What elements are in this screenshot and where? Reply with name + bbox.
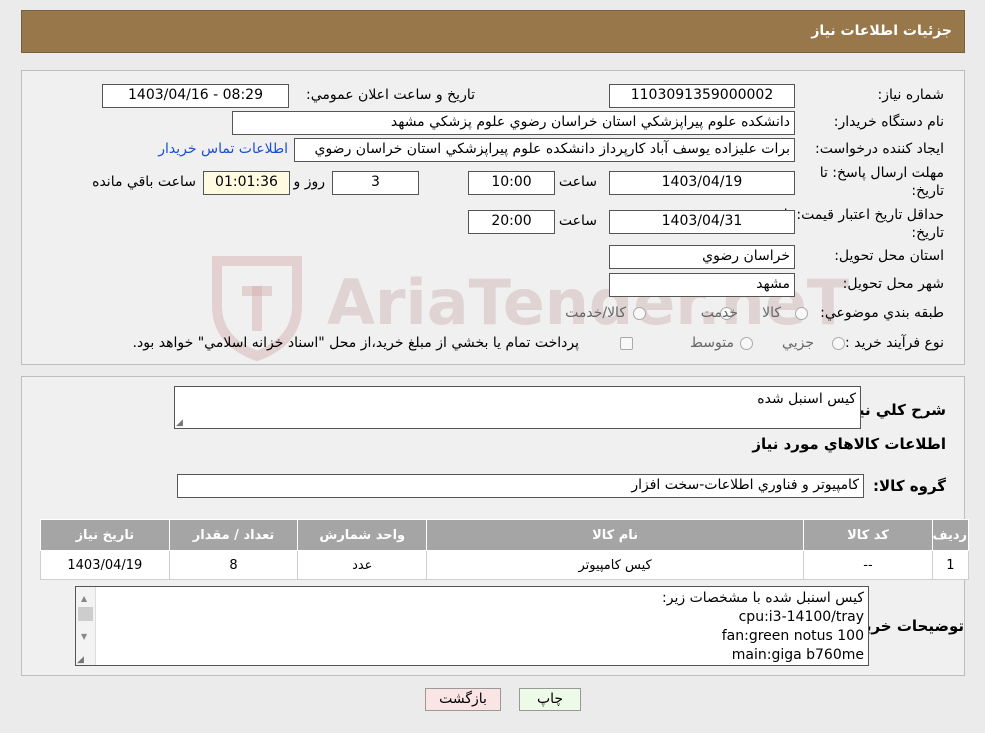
category-goods-service-radio[interactable]	[633, 307, 646, 320]
buyer-notes-line: کيس اسنبل شده با مشخصات زير:	[662, 590, 864, 606]
deadline-date-field[interactable]: 1403/04/19	[609, 171, 795, 195]
days-word: روز و	[293, 174, 326, 190]
price-validity-date-field[interactable]: 1403/04/31	[609, 210, 795, 234]
process-medium-label: متوسط	[690, 335, 734, 351]
col-header-unit: واحد شمارش	[297, 519, 428, 551]
cell-quantity: 8	[168, 550, 299, 580]
buyer-notes-scrollbar[interactable]: ▲ ▼ ◢	[76, 587, 96, 665]
subject-category-label: طبقه بندي موضوعي:	[820, 305, 944, 321]
cell-goods-code: --	[803, 550, 933, 580]
scroll-up-icon[interactable]: ▲	[81, 589, 87, 609]
col-header-goods-code: کد کالا	[803, 519, 933, 551]
category-service-label: خدمت	[700, 305, 738, 321]
deadline-time-field[interactable]: 10:00	[468, 171, 555, 195]
need-number-label: شماره نياز:	[877, 87, 945, 103]
announce-datetime-field[interactable]: 1403/04/16 - 08:29	[102, 84, 289, 108]
col-header-need-date: تاريخ نياز	[40, 519, 170, 551]
col-header-quantity: تعداد / مقدار	[168, 519, 299, 551]
validity-time-word: ساعت	[558, 213, 597, 229]
process-medium-radio[interactable]	[740, 337, 753, 350]
general-description-field[interactable]: کيس اسنبل شده	[174, 386, 861, 429]
category-goods-label: کالا	[762, 305, 781, 321]
treasury-docs-checkbox[interactable]	[620, 337, 633, 350]
remaining-time-word: ساعت باقي مانده	[92, 174, 196, 190]
request-creator-label: ايجاد کننده درخواست:	[815, 141, 944, 157]
delivery-province-label: استان محل تحويل:	[834, 248, 944, 264]
buyer-org-label: نام دستگاه خريدار:	[833, 114, 944, 130]
cell-need-date: 1403/04/19	[40, 550, 170, 580]
buyer-notes-line: fan:green notus 100	[721, 628, 864, 644]
payment-note: پرداخت تمام يا بخشي از مبلغ خريد،از محل …	[132, 335, 579, 351]
announce-datetime-label: تاريخ و ساعت اعلان عمومي:	[306, 87, 475, 103]
goods-table: رديف کد کالا نام کالا واحد شمارش تعداد /…	[40, 519, 970, 580]
scroll-down-icon[interactable]: ▼	[81, 627, 87, 647]
cell-unit: عدد	[297, 550, 428, 580]
col-header-row-number: رديف	[931, 519, 970, 551]
buyer-notes-text: کيس اسنبل شده با مشخصات زير: cpu:i3-1410…	[662, 589, 864, 665]
cell-row-number: 1	[931, 550, 970, 580]
delivery-province-field[interactable]: خراسان رضوي	[609, 245, 795, 269]
delivery-city-label: شهر محل تحويل:	[842, 276, 944, 292]
buyer-notes-field[interactable]: ▲ ▼ ◢ کيس اسنبل شده با مشخصات زير: cpu:i…	[75, 586, 869, 666]
notes-resize-grip-icon: ◢	[77, 655, 84, 665]
goods-group-label: گروه کالا:	[873, 477, 946, 495]
deadline-label-line2: تاريخ:	[911, 183, 944, 199]
deadline-time-word: ساعت	[558, 174, 597, 190]
goods-info-title: اطلاعات کالاهاي مورد نياز	[752, 435, 946, 453]
remaining-time-field[interactable]: 01:01:36	[203, 171, 290, 195]
print-button[interactable]: چاپ	[519, 688, 581, 711]
goods-details-panel: شرح کلي نياز: کيس اسنبل شده ◢ اطلاعات کا…	[21, 376, 970, 676]
remaining-days-field[interactable]: 3	[332, 171, 419, 195]
resize-grip-icon: ◢	[176, 418, 183, 428]
purchase-process-label: نوع فرآيند خريد :	[845, 335, 944, 351]
general-description-text: کيس اسنبل شده	[757, 391, 856, 407]
need-number-field[interactable]: 1103091359000002	[609, 84, 795, 108]
scroll-thumb[interactable]	[78, 607, 93, 621]
page-title: جزئيات اطلاعات نياز	[811, 23, 952, 39]
goods-table-header-row: رديف کد کالا نام کالا واحد شمارش تعداد /…	[40, 519, 970, 551]
back-button[interactable]: بازگشت	[425, 688, 501, 711]
need-info-panel: AriaTender.neT شماره نياز: 1103091359000…	[21, 70, 965, 365]
goods-group-field[interactable]: کامپيوتر و فناوري اطلاعات-سخت افزار	[177, 474, 864, 498]
category-goods-radio[interactable]	[795, 307, 808, 320]
price-validity-label-line1: حداقل تاريخ اعتبار قيمت: تا	[783, 207, 944, 223]
price-validity-label-line2: تاريخ:	[911, 225, 944, 241]
request-creator-field[interactable]: برات عليزاده يوسف آباد کارپرداز دانشکده …	[294, 138, 795, 162]
cell-goods-name: کيس کامپيوتر	[426, 550, 805, 580]
category-goods-service-label: کالا/خدمت	[565, 305, 626, 321]
delivery-city-field[interactable]: مشهد	[609, 273, 795, 297]
page-header: جزئيات اطلاعات نياز	[21, 10, 965, 53]
buyer-notes-line: cpu:i3-14100/tray	[738, 609, 864, 625]
price-validity-time-field[interactable]: 20:00	[468, 210, 555, 234]
buyer-org-field[interactable]: دانشکده علوم پيراپزشکي استان خراسان رضوي…	[232, 111, 795, 135]
process-minor-radio[interactable]	[832, 337, 845, 350]
deadline-label-line1: مهلت ارسال پاسخ: تا	[819, 165, 944, 181]
table-row[interactable]: 1 -- کيس کامپيوتر عدد 8 1403/04/19	[40, 550, 970, 580]
buyer-contact-link[interactable]: اطلاعات تماس خريدار	[158, 141, 288, 157]
process-minor-label: جزيي	[782, 335, 814, 351]
col-header-goods-name: نام کالا	[426, 519, 805, 551]
buyer-notes-line: main:giga b760me	[731, 647, 864, 663]
